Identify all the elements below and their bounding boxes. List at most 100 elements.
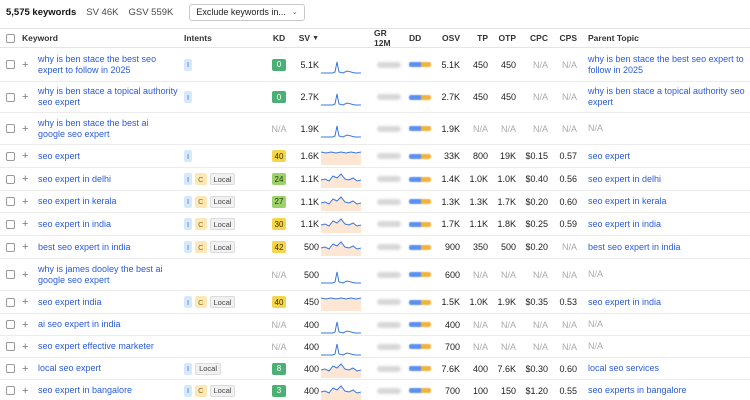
row-checkbox-cell[interactable] — [6, 113, 16, 144]
keyword-link[interactable]: why is james dooley the best ai google s… — [38, 264, 178, 286]
otp-cell: 1.8K — [492, 213, 516, 235]
row-checkbox[interactable] — [6, 92, 15, 102]
cps-cell: 0.53 — [553, 291, 577, 313]
row-checkbox-cell[interactable] — [6, 145, 16, 167]
add-to-list-icon[interactable]: + — [22, 82, 32, 112]
col-sv[interactable]: SV ▼ — [291, 29, 319, 47]
row-checkbox-cell[interactable] — [6, 236, 16, 258]
row-checkbox-cell[interactable] — [6, 213, 16, 235]
row-checkbox-cell[interactable] — [6, 314, 16, 335]
row-checkbox[interactable] — [6, 342, 15, 351]
add-to-list-icon[interactable]: + — [22, 291, 32, 313]
tp-cell: 800 — [464, 145, 488, 167]
row-checkbox[interactable] — [6, 151, 15, 161]
row-checkbox[interactable] — [6, 320, 15, 329]
parent-topic-link[interactable]: seo expert in delhi — [588, 174, 661, 185]
row-checkbox[interactable] — [6, 270, 15, 279]
col-intents[interactable]: Intents — [184, 29, 264, 47]
otp-cell: 1.9K — [492, 291, 516, 313]
add-to-list-icon[interactable]: + — [22, 358, 32, 379]
sv-cell: 1.6K — [291, 145, 319, 167]
keyword-link[interactable]: seo expert effective marketer — [38, 341, 154, 352]
keyword-link[interactable]: seo expert in delhi — [38, 174, 111, 185]
add-to-list-icon[interactable]: + — [22, 336, 32, 357]
sv-cell: 2.7K — [291, 82, 319, 112]
add-to-list-icon[interactable]: + — [22, 168, 32, 190]
keyword-link[interactable]: best seo expert in india — [38, 242, 131, 253]
col-cpc[interactable]: CPC — [520, 29, 548, 47]
col-dd[interactable]: DD — [409, 29, 433, 47]
table-row: + seo expert in bangalore I C Local 3 400 700 10… — [0, 380, 750, 400]
keyword-link[interactable]: why is ben stace a topical authority seo… — [38, 86, 178, 108]
col-gr12m[interactable]: GR 12M — [374, 28, 404, 48]
parent-topic-link[interactable]: why is ben stace a topical authority seo… — [588, 86, 748, 108]
select-all-checkbox[interactable] — [6, 33, 15, 43]
row-checkbox-cell[interactable] — [6, 259, 16, 290]
row-checkbox[interactable] — [6, 197, 15, 206]
cps-cell-value: N/A — [561, 123, 577, 134]
add-to-list-icon[interactable]: + — [22, 314, 32, 335]
row-checkbox[interactable] — [6, 174, 15, 184]
parent-topic-link[interactable]: seo expert — [588, 151, 630, 162]
keyword-link[interactable]: why is ben stace the best ai google seo … — [38, 118, 178, 140]
gr12m-blurred — [377, 94, 401, 100]
add-to-list-icon[interactable]: + — [22, 145, 32, 167]
row-checkbox-cell[interactable] — [6, 82, 16, 112]
exclude-keywords-dropdown[interactable]: Exclude keywords in... ⌄ — [189, 3, 305, 21]
select-all-cell[interactable] — [6, 29, 16, 47]
row-checkbox[interactable] — [6, 60, 15, 69]
row-checkbox-cell[interactable] — [6, 48, 16, 81]
kd-cell: 30 — [270, 213, 288, 235]
keyword-link[interactable]: local seo expert — [38, 363, 101, 374]
otp-cell: N/A — [492, 259, 516, 290]
add-to-list-icon[interactable]: + — [22, 259, 32, 290]
kd-badge: 0 — [272, 91, 286, 103]
dd-bar — [409, 272, 431, 277]
row-checkbox[interactable] — [6, 242, 15, 252]
parent-topic-link[interactable]: best seo expert in india — [588, 242, 681, 253]
row-checkbox-cell[interactable] — [6, 168, 16, 190]
row-checkbox[interactable] — [6, 386, 15, 395]
parent-topic-link[interactable]: seo expert in kerala — [588, 196, 667, 207]
add-to-list-icon[interactable]: + — [22, 191, 32, 212]
add-to-list-icon[interactable]: + — [22, 213, 32, 235]
col-otp[interactable]: OTP — [492, 29, 516, 47]
parent-topic-link[interactable]: why is ben stace the best seo expert to … — [588, 54, 748, 76]
parent-topic-link[interactable]: seo expert in india — [588, 219, 661, 230]
keyword-link[interactable]: seo expert in kerala — [38, 196, 117, 207]
row-checkbox-cell[interactable] — [6, 380, 16, 400]
row-checkbox[interactable] — [6, 124, 15, 133]
col-osv[interactable]: OSV — [436, 29, 460, 47]
keyword-link[interactable]: seo expert india — [38, 297, 102, 308]
sv-cell: 1.9K — [291, 113, 319, 144]
parent-topic-link[interactable]: seo expert in india — [588, 297, 661, 308]
col-parent-topic[interactable]: Parent Topic — [588, 29, 748, 47]
col-kd[interactable]: KD — [270, 29, 288, 47]
row-checkbox[interactable] — [6, 219, 15, 229]
add-to-list-icon[interactable]: + — [22, 236, 32, 258]
add-to-list-icon[interactable]: + — [22, 48, 32, 81]
keyword-cell: seo expert india — [38, 291, 178, 313]
row-checkbox-cell[interactable] — [6, 291, 16, 313]
parent-topic-link[interactable]: local seo services — [588, 363, 659, 374]
keyword-link[interactable]: seo expert in bangalore — [38, 385, 132, 396]
keyword-link[interactable]: seo expert in india — [38, 219, 111, 230]
row-checkbox[interactable] — [6, 364, 15, 373]
row-checkbox[interactable] — [6, 297, 15, 307]
keyword-link[interactable]: ai seo expert in india — [38, 319, 121, 330]
row-checkbox-cell[interactable] — [6, 336, 16, 357]
add-to-list-icon[interactable]: + — [22, 113, 32, 144]
tp-cell: 400 — [464, 358, 488, 379]
intents-cell: I C Local — [184, 291, 264, 313]
parent-topic-link[interactable]: seo experts in bangalore — [588, 385, 687, 396]
col-keyword[interactable]: Keyword — [22, 29, 162, 47]
keyword-link[interactable]: why is ben stace the best seo expert to … — [38, 54, 178, 76]
row-checkbox-cell[interactable] — [6, 191, 16, 212]
trend-sparkline — [321, 343, 361, 356]
keyword-link[interactable]: seo expert — [38, 151, 80, 162]
add-to-list-icon[interactable]: + — [22, 380, 32, 400]
col-tp[interactable]: TP — [464, 29, 488, 47]
osv-cell: 33K — [436, 145, 460, 167]
col-cps[interactable]: CPS — [553, 29, 577, 47]
row-checkbox-cell[interactable] — [6, 358, 16, 379]
